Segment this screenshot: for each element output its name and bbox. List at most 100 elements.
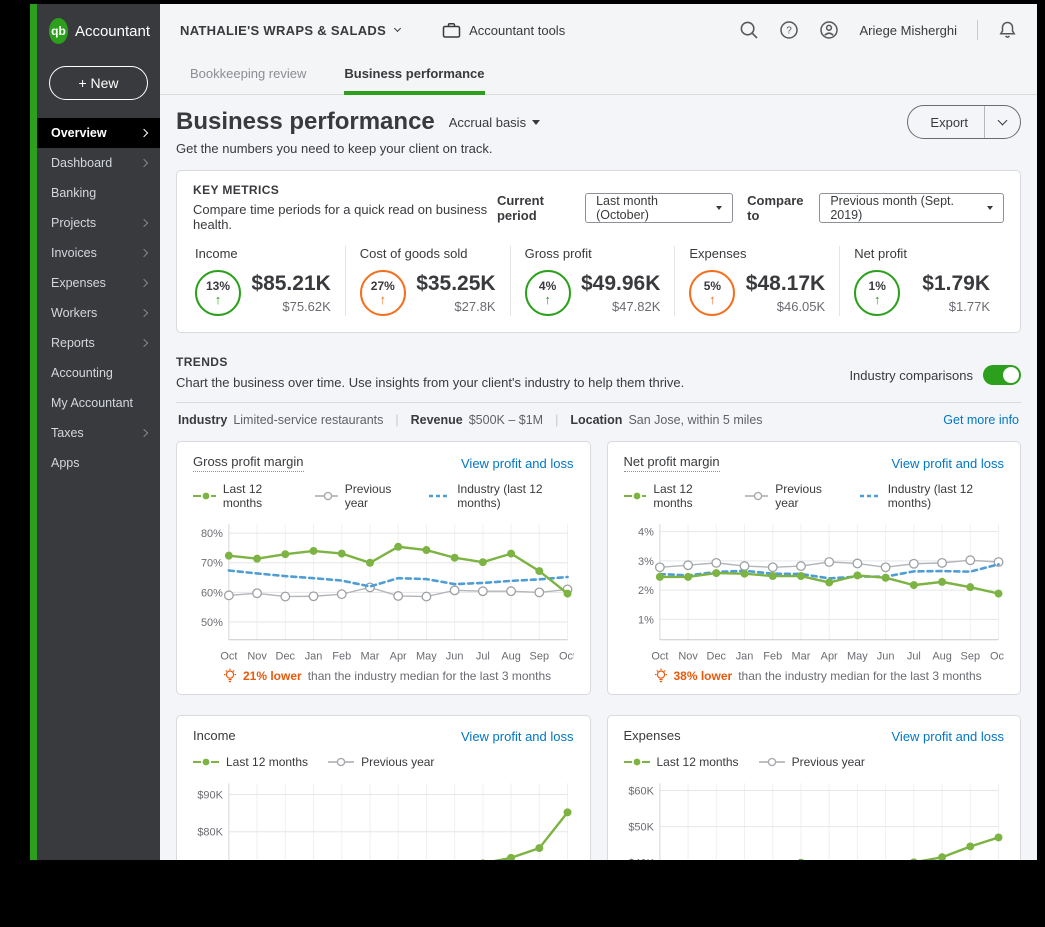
metric-body: 27% ↑ $35.25K $27.8K bbox=[359, 270, 496, 316]
svg-text:Apr: Apr bbox=[820, 651, 837, 663]
key-metrics-header: KEY METRICS Compare time periods for a q… bbox=[193, 183, 1004, 232]
app-logo[interactable]: qb Accountant bbox=[37, 4, 160, 50]
legend-item-industry-last-12-months-: Industry (last 12 months) bbox=[429, 482, 573, 510]
sidebar-item-reports[interactable]: Reports bbox=[37, 328, 160, 358]
chevron-down-icon bbox=[394, 24, 402, 33]
compare-to-label: Compare to bbox=[747, 192, 804, 223]
view-profit-and-loss-link[interactable]: View profit and loss bbox=[461, 456, 574, 471]
chart-legend: Last 12 months Previous year bbox=[193, 755, 574, 769]
key-metrics-titles: KEY METRICS Compare time periods for a q… bbox=[193, 183, 497, 232]
sidebar-item-overview[interactable]: Overview bbox=[37, 118, 160, 148]
trends-titles: TRENDS Chart the business over time. Use… bbox=[176, 355, 684, 390]
sidebar-item-expenses[interactable]: Expenses bbox=[37, 268, 160, 298]
svg-text:Apr: Apr bbox=[390, 651, 407, 663]
metric-percent: 5% bbox=[703, 279, 722, 293]
current-period-select[interactable]: Last month (October) bbox=[585, 192, 734, 223]
sidebar-item-apps[interactable]: Apps bbox=[37, 448, 160, 478]
industry-label: Industry bbox=[178, 413, 228, 427]
search-icon[interactable] bbox=[739, 20, 759, 40]
legend-label: Previous year bbox=[775, 482, 822, 510]
svg-text:May: May bbox=[416, 651, 437, 663]
sidebar-item-accounting[interactable]: Accounting bbox=[37, 358, 160, 388]
page-title: Business performance bbox=[176, 108, 435, 135]
legend-marker-open-circle bbox=[314, 491, 338, 501]
metric-previous-value: $75.62K bbox=[282, 299, 331, 314]
metric-net-profit: Net profit 1% ↑ $1.79K $1.77K bbox=[839, 246, 1004, 316]
caret-down-icon bbox=[987, 205, 993, 210]
divider: | bbox=[555, 413, 559, 427]
sidebar-item-banking[interactable]: Banking bbox=[37, 178, 160, 208]
legend-marker-line-dot bbox=[623, 492, 647, 500]
sidebar-item-label: Workers bbox=[51, 306, 98, 320]
accountant-tools-label: Accountant tools bbox=[469, 22, 566, 38]
sidebar-item-invoices[interactable]: Invoices bbox=[37, 238, 160, 268]
new-button[interactable]: + New bbox=[49, 66, 148, 100]
industry-insight-note: 38% lower than the industry median for t… bbox=[624, 668, 1005, 684]
export-button[interactable]: Export bbox=[907, 105, 1021, 139]
svg-text:$90K: $90K bbox=[197, 789, 223, 801]
svg-text:80%: 80% bbox=[201, 528, 223, 540]
svg-text:60%: 60% bbox=[201, 587, 223, 599]
view-profit-and-loss-link[interactable]: View profit and loss bbox=[892, 729, 1005, 744]
chevron-right-icon bbox=[139, 428, 149, 438]
metric-percent-badge: 27% ↑ bbox=[359, 270, 406, 316]
help-icon[interactable]: ? bbox=[779, 20, 799, 40]
sidebar-item-label: Expenses bbox=[51, 276, 106, 290]
accrual-basis-selector[interactable]: Accrual basis bbox=[449, 115, 541, 130]
tab-business-performance[interactable]: Business performance bbox=[344, 66, 485, 95]
svg-text:Oct: Oct bbox=[651, 651, 668, 663]
industry-value: Limited-service restaurants bbox=[233, 413, 384, 427]
svg-text:Mar: Mar bbox=[791, 651, 810, 663]
export-divider bbox=[984, 106, 985, 138]
legend-label: Last 12 months bbox=[222, 482, 263, 510]
get-more-info-link[interactable]: Get more info bbox=[943, 413, 1019, 427]
charts-grid: Gross profit margin View profit and loss… bbox=[176, 441, 1021, 860]
note-text: than the industry median for the last 3 … bbox=[307, 669, 552, 683]
sidebar-item-workers[interactable]: Workers bbox=[37, 298, 160, 328]
legend-item-last-12-months: Last 12 months bbox=[193, 755, 308, 769]
metric-label: Income bbox=[195, 246, 238, 261]
sidebar-item-label: Dashboard bbox=[51, 156, 113, 170]
lightbulb-icon bbox=[654, 668, 667, 683]
user-name[interactable]: Ariege Misherghi bbox=[859, 23, 957, 38]
profile-icon[interactable] bbox=[819, 20, 839, 40]
chevron-right-icon bbox=[139, 248, 149, 258]
legend-marker-open-circle bbox=[758, 757, 785, 767]
chart-header: Expenses View profit and loss bbox=[624, 728, 1005, 745]
chart-title: Income bbox=[193, 728, 236, 743]
tab-bookkeeping-review[interactable]: Bookkeeping review bbox=[190, 66, 306, 95]
svg-text:Feb: Feb bbox=[763, 651, 782, 663]
sidebar-item-dashboard[interactable]: Dashboard bbox=[37, 148, 160, 178]
svg-text:50%: 50% bbox=[201, 617, 223, 629]
svg-text:3%: 3% bbox=[638, 556, 654, 568]
svg-text:Sep: Sep bbox=[530, 651, 549, 663]
legend-marker-open-circle bbox=[745, 491, 769, 501]
metric-body: 5% ↑ $48.17K $46.05K bbox=[689, 270, 825, 316]
view-profit-and-loss-link[interactable]: View profit and loss bbox=[892, 456, 1005, 471]
metric-percent-badge: 5% ↑ bbox=[689, 270, 736, 316]
legend-item-previous-year: Previous year bbox=[758, 755, 865, 769]
svg-text:?: ? bbox=[787, 26, 793, 37]
accountant-tools-button[interactable]: Accountant tools bbox=[442, 21, 565, 39]
svg-text:Aug: Aug bbox=[501, 651, 520, 663]
legend-label: Industry (last 12 months) bbox=[887, 482, 974, 510]
company-switcher[interactable]: NATHALIE'S WRAPS & SALADS bbox=[180, 23, 402, 38]
chevron-right-icon bbox=[139, 338, 149, 348]
sidebar-item-my-accountant[interactable]: My Accountant bbox=[37, 388, 160, 418]
compare-to-select[interactable]: Previous month (Sept. 2019) bbox=[819, 192, 1004, 223]
view-profit-and-loss-link[interactable]: View profit and loss bbox=[461, 729, 574, 744]
metrics-row: Income 13% ↑ $85.21K $75.62K Cost of goods so… bbox=[193, 246, 1004, 316]
metric-previous-value: $46.05K bbox=[776, 299, 826, 314]
industry-comparisons-toggle[interactable] bbox=[983, 365, 1021, 385]
notifications-icon[interactable] bbox=[998, 20, 1017, 40]
trends-header: TRENDS Chart the business over time. Use… bbox=[176, 355, 1021, 390]
tabs-bar: Bookkeeping review Business performance bbox=[160, 56, 1037, 95]
sidebar-item-taxes[interactable]: Taxes bbox=[37, 418, 160, 448]
qb-logo-icon: qb bbox=[49, 18, 68, 44]
page-subtitle: Get the numbers you need to keep your cl… bbox=[176, 141, 493, 156]
key-metrics-description: Compare time periods for a quick read on… bbox=[193, 202, 488, 232]
lightbulb-icon bbox=[224, 668, 236, 683]
line-chart: $60K$50K$40KOctNovDecJanFebMarAprMayJunJ… bbox=[628, 783, 1003, 860]
topbar-divider bbox=[977, 20, 978, 40]
sidebar-item-projects[interactable]: Projects bbox=[37, 208, 160, 238]
